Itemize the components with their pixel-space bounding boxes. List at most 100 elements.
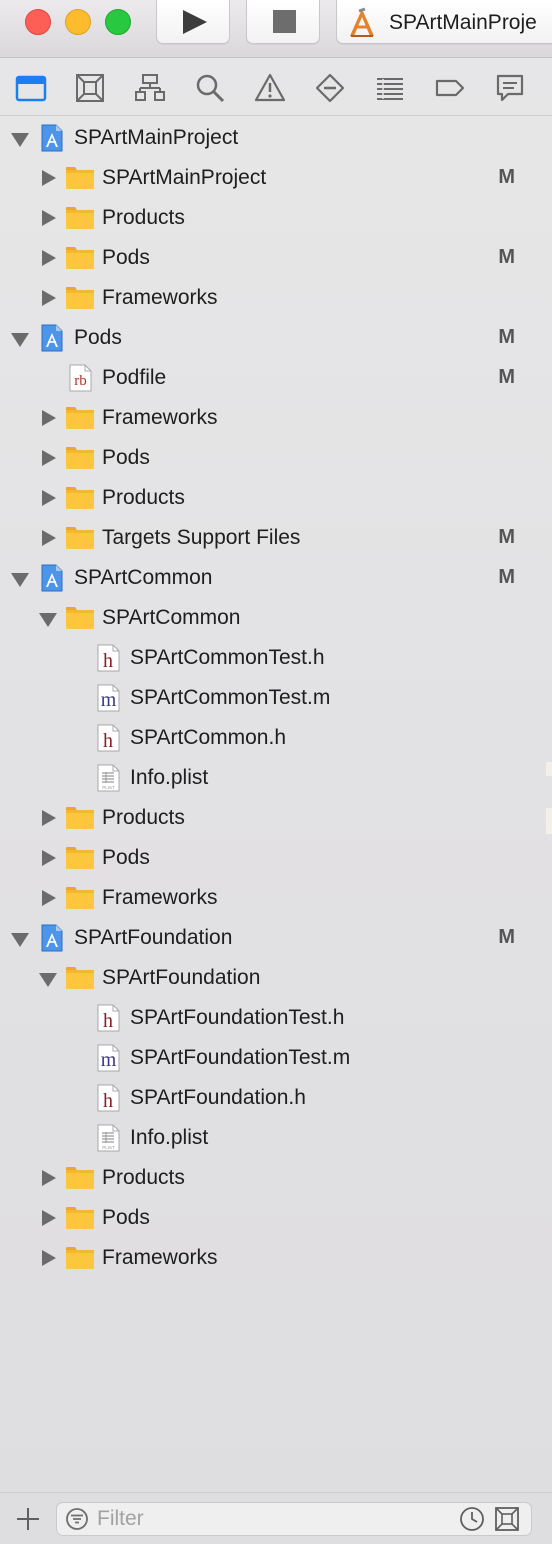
tree-group-row[interactable]: Frameworks bbox=[0, 398, 552, 438]
tree-project-row[interactable]: SPArtMainProject bbox=[0, 118, 552, 158]
disclosure-collapsed-icon[interactable] bbox=[38, 168, 58, 188]
tree-file-row[interactable]: m SPArtFoundationTest.m bbox=[0, 1038, 552, 1078]
tree-group-row[interactable]: Products bbox=[0, 1158, 552, 1198]
tree-file-row[interactable]: PLIST Info.plist bbox=[0, 1118, 552, 1158]
folder-icon bbox=[65, 1203, 95, 1233]
tree-project-row[interactable]: SPArtCommon M bbox=[0, 558, 552, 598]
disclosure-expanded-icon[interactable] bbox=[10, 928, 30, 948]
header-file-icon: h bbox=[93, 723, 123, 753]
header-file-icon: h bbox=[93, 1003, 123, 1033]
tree-group-row[interactable]: Pods bbox=[0, 1198, 552, 1238]
tree-file-row[interactable]: rb Podfile M bbox=[0, 358, 552, 398]
tree-file-row[interactable]: h SPArtCommonTest.h bbox=[0, 638, 552, 678]
run-button[interactable] bbox=[156, 0, 230, 44]
tree-group-row[interactable]: SPArtFoundation bbox=[0, 958, 552, 998]
minimize-window-button[interactable] bbox=[65, 9, 91, 35]
disclosure-expanded-icon[interactable] bbox=[38, 608, 58, 628]
tag-icon bbox=[435, 79, 465, 97]
close-window-button[interactable] bbox=[25, 9, 51, 35]
disclosure-expanded-icon[interactable] bbox=[10, 568, 30, 588]
tree-item-label: Podfile bbox=[102, 366, 167, 389]
folder-icon bbox=[15, 75, 47, 102]
diamond-icon bbox=[315, 73, 345, 103]
xcode-project-icon bbox=[37, 563, 67, 593]
disclosure-expanded-icon[interactable] bbox=[10, 128, 30, 148]
tree-file-row[interactable]: h SPArtFoundation.h bbox=[0, 1078, 552, 1118]
disclosure-collapsed-icon[interactable] bbox=[38, 808, 58, 828]
tree-item-label: SPArtCommon bbox=[74, 566, 213, 589]
tree-item-label: SPArtCommon.h bbox=[130, 726, 286, 749]
scheme-selector[interactable]: SPArtMainProje bbox=[336, 0, 552, 44]
tree-item-label: Frameworks bbox=[102, 406, 218, 429]
issue-navigator-tab[interactable] bbox=[254, 72, 286, 104]
hierarchy-icon bbox=[135, 74, 165, 101]
tree-item-label: Pods bbox=[102, 846, 150, 869]
tree-group-row[interactable]: SPArtMainProject M bbox=[0, 158, 552, 198]
debug-navigator-tab[interactable] bbox=[374, 72, 406, 104]
tree-file-row[interactable]: m SPArtCommonTest.m bbox=[0, 678, 552, 718]
disclosure-collapsed-icon[interactable] bbox=[38, 448, 58, 468]
tree-file-row[interactable]: h SPArtFoundationTest.h bbox=[0, 998, 552, 1038]
add-file-button[interactable] bbox=[14, 1505, 42, 1533]
tree-group-row[interactable]: Products bbox=[0, 198, 552, 238]
disclosure-collapsed-icon[interactable] bbox=[38, 888, 58, 908]
disclosure-collapsed-icon[interactable] bbox=[38, 1208, 58, 1228]
disclosure-collapsed-icon[interactable] bbox=[38, 1248, 58, 1268]
disclosure-collapsed-icon[interactable] bbox=[38, 248, 58, 268]
tree-group-row[interactable]: Targets Support Files M bbox=[0, 518, 552, 558]
report-navigator-tab[interactable] bbox=[494, 72, 526, 104]
disclosure-collapsed-icon[interactable] bbox=[38, 408, 58, 428]
disclosure-collapsed-icon[interactable] bbox=[38, 848, 58, 868]
tree-group-row[interactable]: Products bbox=[0, 478, 552, 518]
filter-input[interactable] bbox=[97, 1505, 447, 1533]
scm-status-badge: M bbox=[498, 526, 515, 548]
svg-text:h: h bbox=[103, 730, 113, 752]
tree-group-row[interactable]: Products bbox=[0, 798, 552, 838]
source-control-filter-icon[interactable] bbox=[494, 1506, 520, 1532]
folder-icon bbox=[65, 1163, 95, 1193]
disclosure-collapsed-icon[interactable] bbox=[38, 1168, 58, 1188]
find-navigator-tab[interactable] bbox=[194, 72, 226, 104]
tree-item-label: Pods bbox=[102, 446, 150, 469]
tree-project-row[interactable]: SPArtFoundation M bbox=[0, 918, 552, 958]
breakpoint-navigator-tab[interactable] bbox=[434, 72, 466, 104]
tree-group-row[interactable]: Frameworks bbox=[0, 1238, 552, 1278]
disclosure-collapsed-icon[interactable] bbox=[38, 288, 58, 308]
scheme-label: SPArtMainProje bbox=[389, 11, 537, 34]
disclosure-collapsed-icon[interactable] bbox=[38, 488, 58, 508]
zoom-window-button[interactable] bbox=[105, 9, 131, 35]
disclosure-expanded-icon[interactable] bbox=[38, 968, 58, 988]
list-icon bbox=[377, 78, 403, 100]
scm-status-badge: M bbox=[498, 366, 515, 388]
tree-group-row[interactable]: Pods bbox=[0, 438, 552, 478]
scm-status-badge: M bbox=[498, 566, 515, 588]
plist-file-icon: PLIST bbox=[93, 763, 123, 793]
source-control-navigator-tab[interactable] bbox=[74, 72, 106, 104]
tree-file-row[interactable]: PLIST Info.plist bbox=[0, 758, 552, 798]
tree-group-row[interactable]: SPArtCommon bbox=[0, 598, 552, 638]
scm-status-badge: M bbox=[498, 166, 515, 188]
tree-file-row[interactable]: h SPArtCommon.h bbox=[0, 718, 552, 758]
test-navigator-tab[interactable] bbox=[314, 72, 346, 104]
disclosure-expanded-icon[interactable] bbox=[10, 328, 30, 348]
tree-item-label: SPArtCommonTest.m bbox=[130, 686, 331, 709]
folder-icon bbox=[65, 523, 95, 553]
symbol-navigator-tab[interactable] bbox=[134, 72, 166, 104]
folder-icon bbox=[65, 403, 95, 433]
folder-icon bbox=[65, 843, 95, 873]
tree-group-row[interactable]: Pods M bbox=[0, 238, 552, 278]
stop-icon bbox=[273, 10, 296, 33]
tree-group-row[interactable]: Pods bbox=[0, 838, 552, 878]
tree-item-label: Targets Support Files bbox=[102, 526, 301, 549]
folder-icon bbox=[65, 963, 95, 993]
tree-group-row[interactable]: Frameworks bbox=[0, 278, 552, 318]
header-file-icon: h bbox=[93, 1083, 123, 1113]
tree-group-row[interactable]: Frameworks bbox=[0, 878, 552, 918]
disclosure-collapsed-icon[interactable] bbox=[38, 528, 58, 548]
tree-project-row[interactable]: Pods M bbox=[0, 318, 552, 358]
disclosure-collapsed-icon[interactable] bbox=[38, 208, 58, 228]
project-navigator-tab[interactable] bbox=[15, 72, 47, 104]
stop-button[interactable] bbox=[246, 0, 320, 44]
recent-files-icon[interactable] bbox=[459, 1506, 485, 1532]
editor-edge bbox=[546, 808, 552, 834]
